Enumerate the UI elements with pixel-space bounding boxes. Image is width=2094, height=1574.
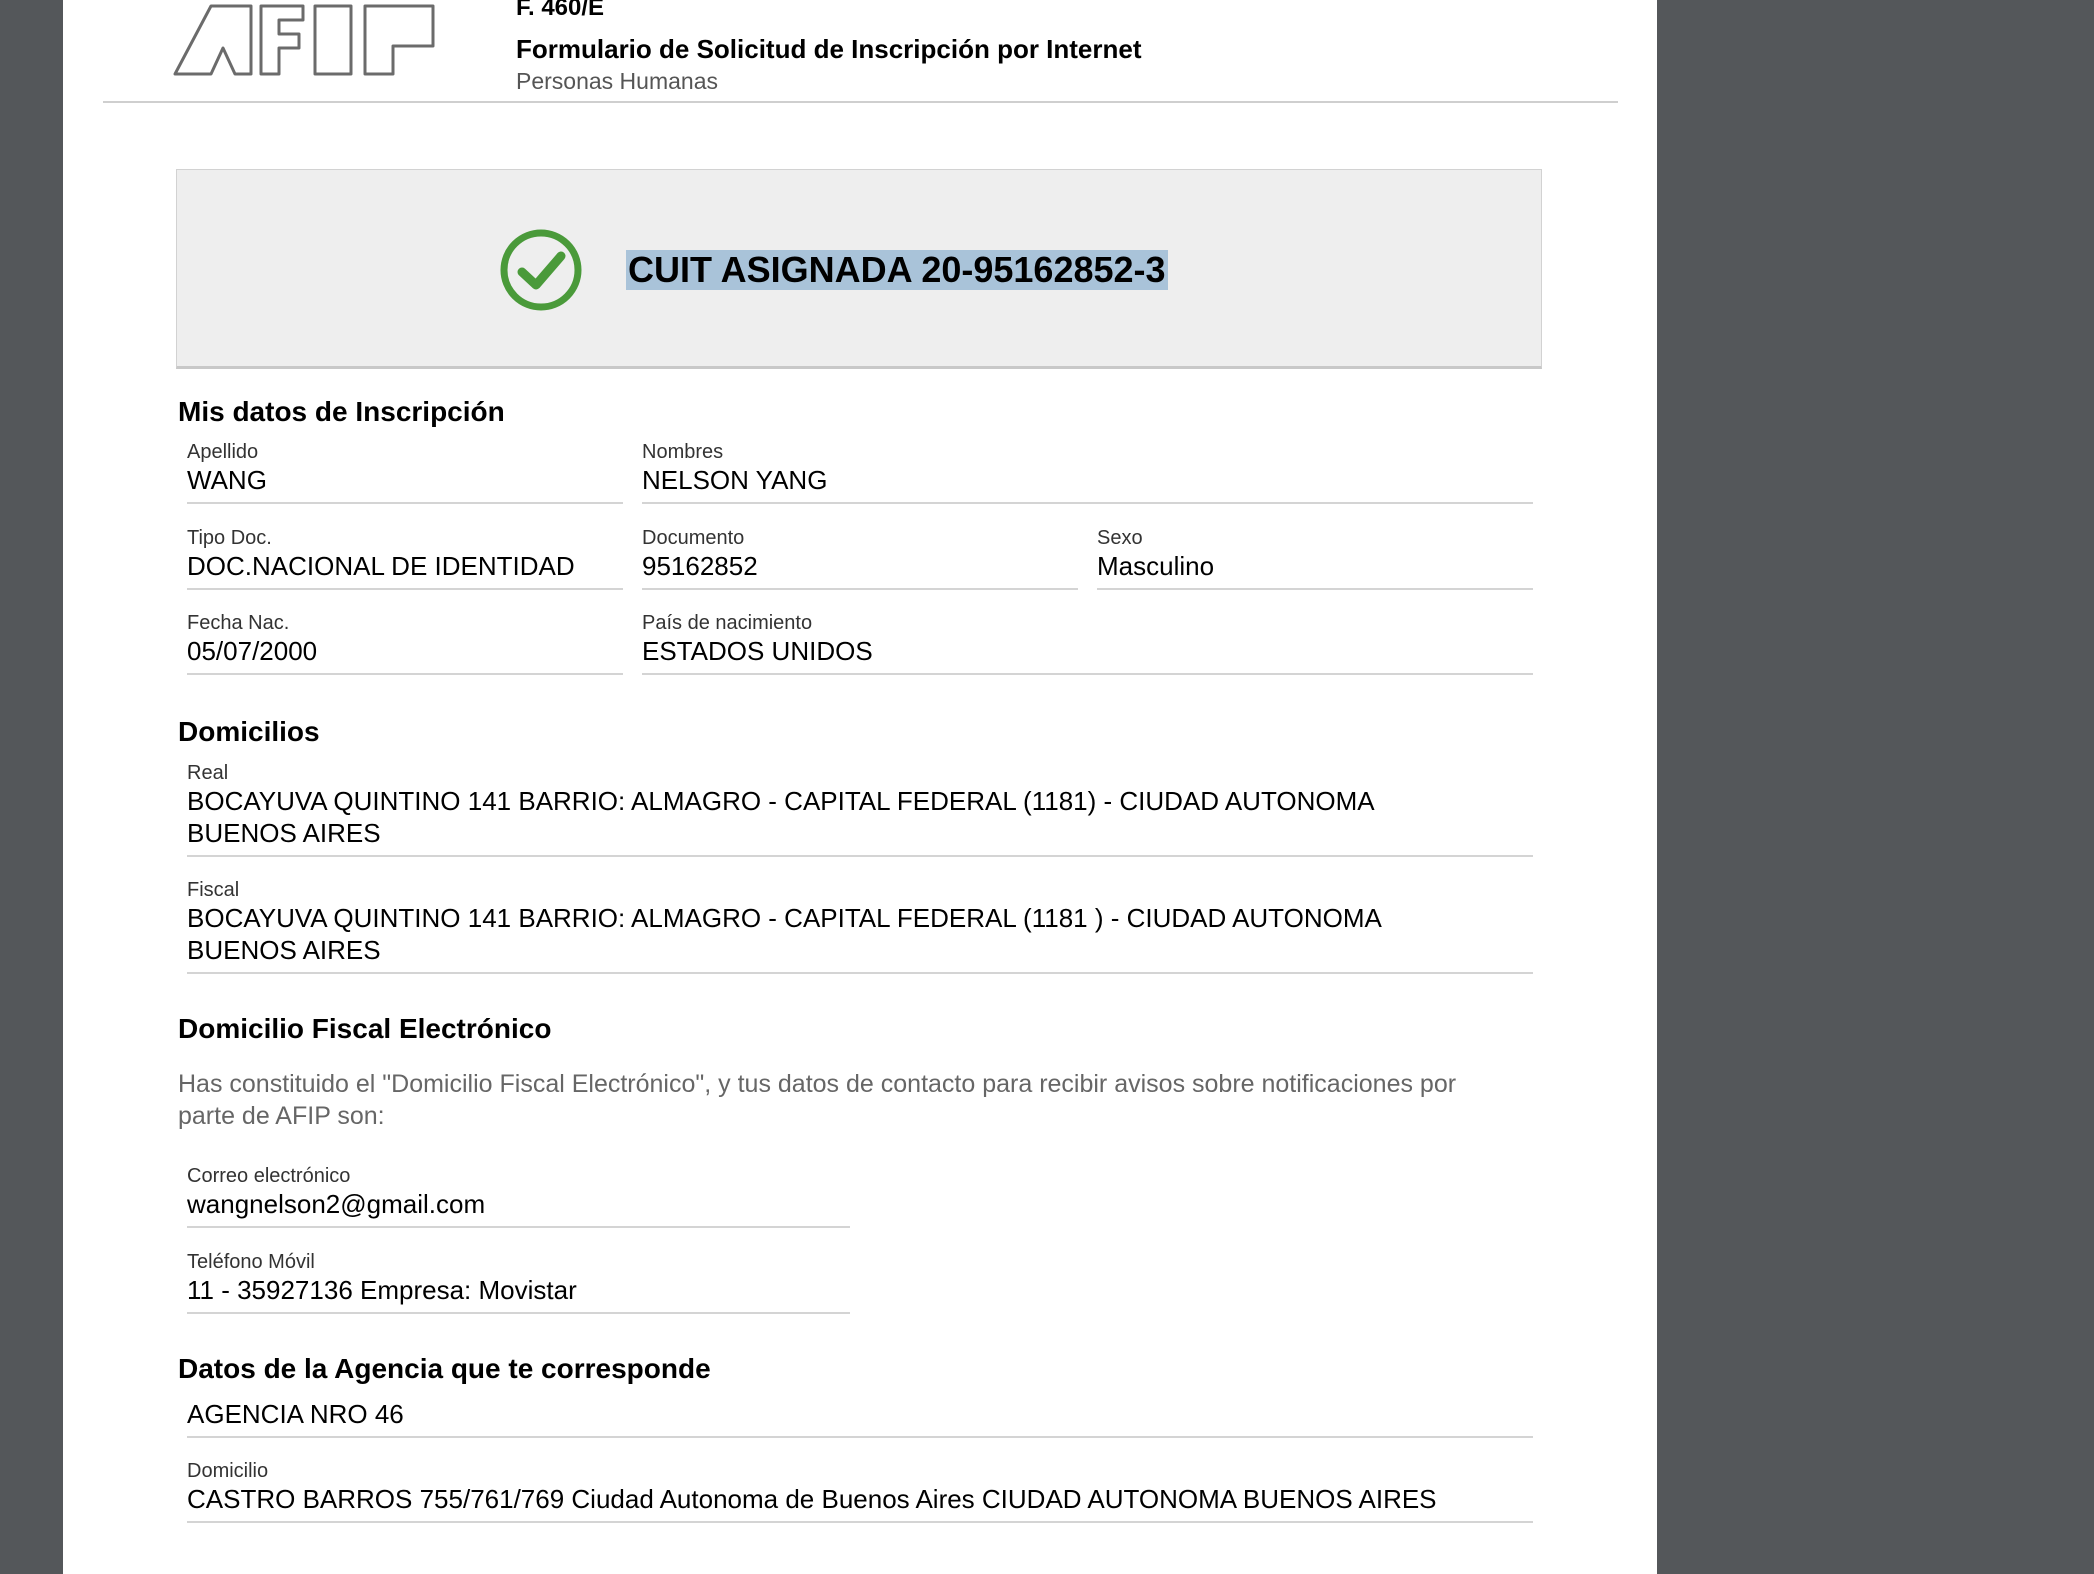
form-subtitle: Personas Humanas — [516, 68, 718, 94]
field-value-line2: BUENOS AIRES — [187, 818, 381, 848]
field-value: NELSON YANG — [642, 465, 828, 495]
field-fecha-nac: Fecha Nac. 05/07/2000 — [187, 611, 623, 675]
section-title-agencia: Datos de la Agencia que te corresponde — [178, 1353, 711, 1384]
field-correo-electronico: Correo electrónico wangnelson2@gmail.com — [187, 1164, 850, 1228]
field-agencia-domicilio: Domicilio CASTRO BARROS 755/761/769 Ciud… — [187, 1459, 1533, 1523]
field-nombres: Nombres NELSON YANG — [642, 440, 1533, 504]
field-value-line1: BOCAYUVA QUINTINO 141 BARRIO: ALMAGRO - … — [187, 903, 1382, 933]
field-value: AGENCIA NRO 46 — [187, 1399, 404, 1429]
form-header: F. 460/E Formulario de Solicitud de Insc… — [63, 0, 1657, 103]
field-underline — [187, 673, 623, 675]
field-pais-nacimiento: País de nacimiento ESTADOS UNIDOS — [642, 611, 1533, 675]
field-value: WANG — [187, 465, 267, 495]
field-underline — [187, 588, 623, 590]
cuit-assigned-text[interactable]: CUIT ASIGNADA 20-95162852-3 — [626, 250, 1168, 290]
header-divider — [103, 101, 1618, 103]
document-page: F. 460/E Formulario de Solicitud de Insc… — [63, 0, 1657, 1574]
field-label: Tipo Doc. — [187, 527, 272, 549]
field-tipo-doc: Tipo Doc. DOC.NACIONAL DE IDENTIDAD — [187, 526, 623, 590]
field-underline — [642, 673, 1533, 675]
form-code: F. 460/E — [516, 0, 605, 21]
field-underline — [187, 1312, 850, 1314]
field-label: Nombres — [642, 441, 724, 463]
field-sexo: Sexo Masculino — [1097, 526, 1533, 590]
field-domicilio-fiscal: Fiscal BOCAYUVA QUINTINO 141 BARRIO: ALM… — [187, 878, 1533, 974]
field-value: 95162852 — [642, 551, 758, 581]
section-title-domicilio-electronico: Domicilio Fiscal Electrónico — [178, 1013, 552, 1044]
field-label: Fiscal — [187, 879, 240, 901]
field-label: Documento — [642, 527, 745, 549]
field-value-line2: BUENOS AIRES — [187, 935, 381, 965]
field-underline — [187, 502, 623, 504]
cuit-banner: CUIT ASIGNADA 20-95162852-3 — [176, 169, 1542, 369]
field-underline — [642, 502, 1533, 504]
field-label: Sexo — [1097, 527, 1143, 549]
field-underline — [187, 855, 1533, 857]
field-label: Fecha Nac. — [187, 612, 290, 634]
field-value: 05/07/2000 — [187, 636, 318, 666]
field-underline — [187, 1436, 1533, 1438]
section-title-inscripcion: Mis datos de Inscripción — [178, 396, 505, 427]
field-value: wangnelson2@gmail.com — [187, 1189, 486, 1219]
section-title-domicilios: Domicilios — [178, 716, 320, 747]
field-value-line1: BOCAYUVA QUINTINO 141 BARRIO: ALMAGRO - … — [187, 786, 1375, 816]
field-label: Real — [187, 762, 229, 784]
field-label: Domicilio — [187, 1460, 269, 1482]
field-telefono-movil: Teléfono Móvil 11 - 35927136 Empresa: Mo… — [187, 1250, 850, 1314]
field-domicilio-real: Real BOCAYUVA QUINTINO 141 BARRIO: ALMAG… — [187, 761, 1533, 857]
field-value: ESTADOS UNIDOS — [642, 636, 873, 666]
field-agencia-nombre: AGENCIA NRO 46 — [187, 1398, 1533, 1438]
field-label: Correo electrónico — [187, 1165, 351, 1187]
field-value: Masculino — [1097, 551, 1215, 581]
field-value: CASTRO BARROS 755/761/769 Ciudad Autonom… — [187, 1484, 1437, 1514]
field-underline — [1097, 588, 1533, 590]
field-label: País de nacimiento — [642, 612, 813, 634]
field-apellido: Apellido WANG — [187, 440, 623, 504]
field-documento: Documento 95162852 — [642, 526, 1078, 590]
afip-logo — [173, 4, 435, 76]
field-underline — [187, 972, 1533, 974]
domicilio-electronico-description: Has constituido el "Domicilio Fiscal Ele… — [178, 1068, 1618, 1132]
field-value: 11 - 35927136 Empresa: Movistar — [187, 1275, 577, 1305]
field-label: Teléfono Móvil — [187, 1251, 315, 1273]
paragraph-line2: parte de AFIP son: — [178, 1102, 385, 1130]
field-underline — [642, 588, 1078, 590]
field-underline — [187, 1226, 850, 1228]
check-circle-icon — [500, 229, 582, 311]
field-underline — [187, 1521, 1533, 1523]
form-title: Formulario de Solicitud de Inscripción p… — [516, 34, 1142, 64]
paragraph-line1: Has constituido el "Domicilio Fiscal Ele… — [178, 1070, 1457, 1098]
field-value: DOC.NACIONAL DE IDENTIDAD — [187, 551, 575, 581]
field-label: Apellido — [187, 441, 259, 463]
